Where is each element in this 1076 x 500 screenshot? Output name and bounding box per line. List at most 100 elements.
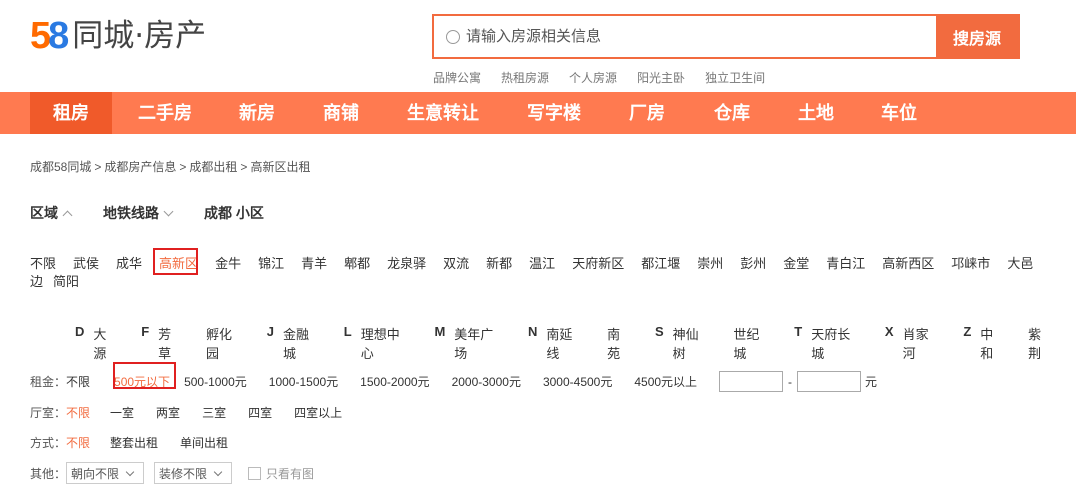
district-item[interactable]: 都江堰 [641, 255, 680, 273]
chevron-down-icon [125, 467, 135, 476]
rooms-option[interactable]: 两室 [156, 404, 180, 421]
district-item[interactable]: 青羊 [301, 255, 327, 273]
sub-area-name: 世纪城 [733, 327, 760, 361]
rent-max-input[interactable] [797, 371, 862, 392]
hotlink-item[interactable]: 热租房源 [501, 69, 549, 86]
sub-area-item[interactable]: M 美年广场 [434, 324, 506, 362]
rent-option[interactable]: 2000-3000元 [452, 373, 521, 390]
district-item[interactable]: 金牛 [215, 255, 241, 273]
district-item[interactable]: 不限 [30, 255, 56, 273]
breadcrumb-item[interactable]: 高新区出租 [250, 160, 310, 174]
sub-area-letter: L [343, 324, 352, 339]
sub-area-letter: X [884, 324, 894, 339]
rooms-option[interactable]: 一室 [110, 404, 134, 421]
breadcrumb-item[interactable]: 成都房产信息 [104, 160, 176, 174]
nav-item-rent[interactable]: 租房 [30, 92, 112, 134]
breadcrumb: 成都58同城 > 成都房产信息 > 成都出租 > 高新区出租 [30, 160, 311, 174]
sub-area-item[interactable]: L 理想中心 [344, 324, 413, 362]
rooms-label: 厅室： [30, 406, 67, 420]
sub-area-item[interactable]: 世纪城 [733, 324, 772, 362]
district-item[interactable]: 武侯 [73, 255, 99, 273]
breadcrumb-item[interactable]: 成都出租 [189, 160, 237, 174]
nav-item-new-house[interactable]: 新房 [228, 92, 286, 134]
district-item[interactable]: 崇州 [697, 255, 723, 273]
orientation-select[interactable]: 朝向不限 [66, 462, 145, 484]
nav-item-office[interactable]: 写字楼 [517, 92, 591, 134]
hotlink-item[interactable]: 个人房源 [569, 69, 617, 86]
nav-item-parking[interactable]: 车位 [870, 92, 928, 134]
rooms-option[interactable]: 四室 [248, 404, 272, 421]
district-item[interactable]: 成华 [116, 255, 142, 273]
sub-area-item[interactable]: 紫荆 [1028, 324, 1054, 362]
district-item[interactable]: 双流 [443, 255, 469, 273]
nav-item-second-hand[interactable]: 二手房 [126, 92, 204, 134]
sub-area-item[interactable]: T 天府长城 [794, 324, 863, 362]
nav-item-shop[interactable]: 商铺 [312, 92, 370, 134]
district-item[interactable]: 金堂 [783, 255, 809, 273]
rooms-option[interactable]: 四室以上 [294, 404, 342, 421]
nav-item-land[interactable]: 土地 [787, 92, 845, 134]
nav-item-business-transfer[interactable]: 生意转让 [397, 92, 489, 134]
search-button[interactable]: 搜房源 [936, 16, 1018, 57]
nav-item-warehouse[interactable]: 仓库 [703, 92, 761, 134]
sub-area-item[interactable]: D 大源 [75, 324, 119, 362]
district-item[interactable]: 彭州 [740, 255, 766, 273]
mode-option[interactable]: 单间出租 [180, 434, 228, 451]
sub-area-list: D 大源 F 芳草 孵化园 J 金融城 L 理想中心 M 美年广场 N 南延线 南苑 S 神仙… [75, 324, 1076, 362]
rent-option[interactable]: 1500-2000元 [360, 373, 429, 390]
sub-area-item[interactable]: J 金融城 [267, 324, 322, 362]
sub-area-item[interactable]: Z 中和 [963, 324, 1006, 362]
rent-option[interactable]: 500-1000元 [184, 373, 247, 390]
site-logo[interactable]: 58 同城·房产 [30, 16, 206, 56]
hotlink-item[interactable]: 品牌公寓 [433, 69, 481, 86]
district-item[interactable]: 简阳 [53, 273, 79, 291]
district-item[interactable]: 新都 [486, 255, 512, 273]
rent-option[interactable]: 1000-1500元 [269, 373, 338, 390]
district-item[interactable]: 青白江 [826, 255, 865, 273]
tab-area[interactable]: 区域 [30, 203, 73, 223]
highlight-box [113, 362, 176, 389]
district-item[interactable]: 龙泉驿 [387, 255, 426, 273]
mode-option[interactable]: 整套出租 [110, 434, 158, 451]
sub-area-item[interactable]: N 南延线 [528, 324, 585, 362]
chevron-up-icon [62, 210, 73, 220]
mode-option-selected[interactable]: 不限 [66, 434, 90, 451]
rooms-option[interactable]: 三室 [202, 404, 226, 421]
breadcrumb-item[interactable]: 成都58同城 [30, 160, 91, 174]
decoration-value: 装修不限 [159, 466, 208, 481]
nav-item-factory[interactable]: 厂房 [618, 92, 676, 134]
sub-area-item[interactable]: 南苑 [607, 324, 633, 362]
rent-label: 租金： [30, 375, 67, 389]
rent-option[interactable]: 不限 [66, 373, 90, 390]
sub-area-name: 理想中心 [360, 327, 400, 361]
district-item[interactable]: 高新西区 [882, 255, 934, 273]
sub-area-letter: S [655, 324, 664, 339]
sub-area-name: 神仙树 [672, 327, 699, 361]
tab-subway[interactable]: 地铁线路 [103, 203, 174, 223]
district-item[interactable]: 大邑 [1007, 255, 1033, 273]
rent-option[interactable]: 3000-4500元 [543, 373, 612, 390]
hotlink-item[interactable]: 独立卫生间 [705, 69, 765, 86]
photo-only-checkbox[interactable] [248, 466, 262, 480]
decoration-select[interactable]: 装修不限 [154, 462, 233, 484]
sub-area-letter: J [266, 324, 275, 339]
tab-community[interactable]: 成都 小区 [204, 203, 264, 223]
district-item[interactable]: 天府新区 [572, 255, 624, 273]
district-item[interactable]: 边 [30, 273, 43, 291]
rent-min-input[interactable] [719, 371, 784, 392]
hot-links: 品牌公寓 热租房源 个人房源 阳光主卧 独立卫生间 [433, 69, 765, 86]
sub-area-item[interactable]: F 芳草 [141, 324, 184, 362]
sub-area-item[interactable]: S 神仙树 [655, 324, 711, 362]
district-item[interactable]: 邛崃市 [951, 255, 990, 273]
district-item[interactable]: 温江 [529, 255, 555, 273]
hotlink-item[interactable]: 阳光主卧 [637, 69, 685, 86]
district-item[interactable]: 郫都 [344, 255, 370, 273]
other-label: 其他： [30, 466, 67, 481]
sub-area-item[interactable]: X 肖家河 [885, 324, 941, 362]
filter-tabs: 区域 地铁线路 成都 小区 [30, 203, 296, 223]
sub-area-item[interactable]: 孵化园 [206, 324, 245, 362]
rooms-option-selected[interactable]: 不限 [66, 404, 90, 421]
search-input[interactable] [460, 16, 936, 57]
rent-option[interactable]: 4500元以上 [634, 373, 697, 390]
district-item[interactable]: 锦江 [258, 255, 284, 273]
